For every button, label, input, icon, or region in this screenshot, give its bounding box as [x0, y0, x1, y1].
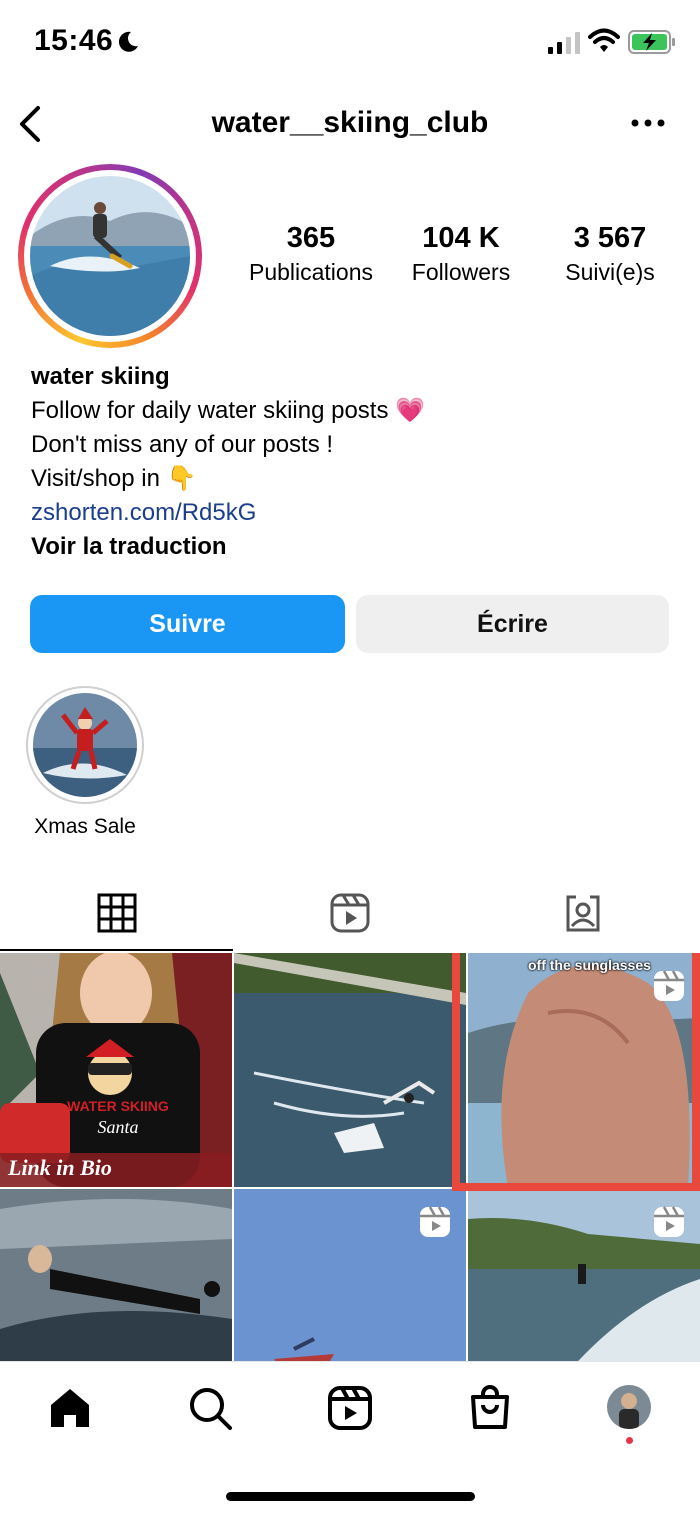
status-time: 15:46 [34, 24, 114, 57]
post-text: Link in Bio [7, 1155, 112, 1180]
grid-post[interactable]: WATER SKIING Santa Link in Bio [0, 953, 232, 1187]
home-indicator [226, 1492, 475, 1501]
grid-tab-icon[interactable] [96, 892, 138, 934]
tagged-tab-icon[interactable] [562, 892, 604, 934]
search-icon[interactable] [187, 1385, 233, 1431]
grid-post[interactable] [0, 1189, 232, 1361]
reel-badge-icon [654, 1206, 684, 1237]
profile-nav-avatar[interactable] [607, 1385, 651, 1429]
stat-publications[interactable]: 365 Publications [231, 222, 391, 286]
message-button[interactable]: Écrire [356, 595, 669, 653]
bio-line: Follow for daily water skiing posts 💗 [31, 397, 426, 424]
battery-charging-icon [628, 30, 675, 54]
profile-avatar[interactable] [30, 176, 190, 336]
grid-post[interactable] [234, 953, 466, 1187]
follow-button[interactable]: Suivre [30, 595, 345, 653]
posts-grid: WATER SKIING Santa Link in Bio off the s… [0, 953, 700, 1361]
highlight-cover[interactable] [33, 693, 137, 797]
post-text: Santa [97, 1117, 138, 1137]
shop-icon[interactable] [467, 1385, 513, 1431]
bio-link[interactable]: zshorten.com/Rd5kG [31, 496, 671, 530]
reels-nav-icon[interactable] [327, 1385, 373, 1431]
reels-tab-icon[interactable] [329, 892, 371, 934]
reel-badge-icon [654, 970, 684, 1001]
profile-display-name: water skiing [31, 363, 170, 390]
see-translation-link[interactable]: Voir la traduction [31, 530, 671, 564]
reel-badge-icon [420, 1206, 450, 1237]
stat-followers[interactable]: 104 K Followers [381, 222, 541, 286]
post-text: WATER SKIING [67, 1098, 169, 1114]
wifi-icon [588, 28, 620, 52]
profile-bio: water skiing Follow for daily water skii… [31, 360, 671, 564]
home-icon[interactable] [47, 1385, 93, 1431]
moon-icon [118, 31, 138, 52]
highlight-label: Xmas Sale [34, 815, 136, 838]
bio-line: Don't miss any of our posts ! [31, 431, 334, 458]
stat-following[interactable]: 3 567 Suivi(e)s [530, 222, 690, 286]
more-options-icon[interactable] [630, 116, 666, 130]
notification-dot [626, 1437, 633, 1444]
bio-line: Visit/shop in 👇 [31, 465, 197, 492]
cellular-signal-icon [548, 32, 580, 54]
active-tab-indicator [0, 949, 233, 951]
profile-username: water__skiing_club [211, 106, 489, 139]
